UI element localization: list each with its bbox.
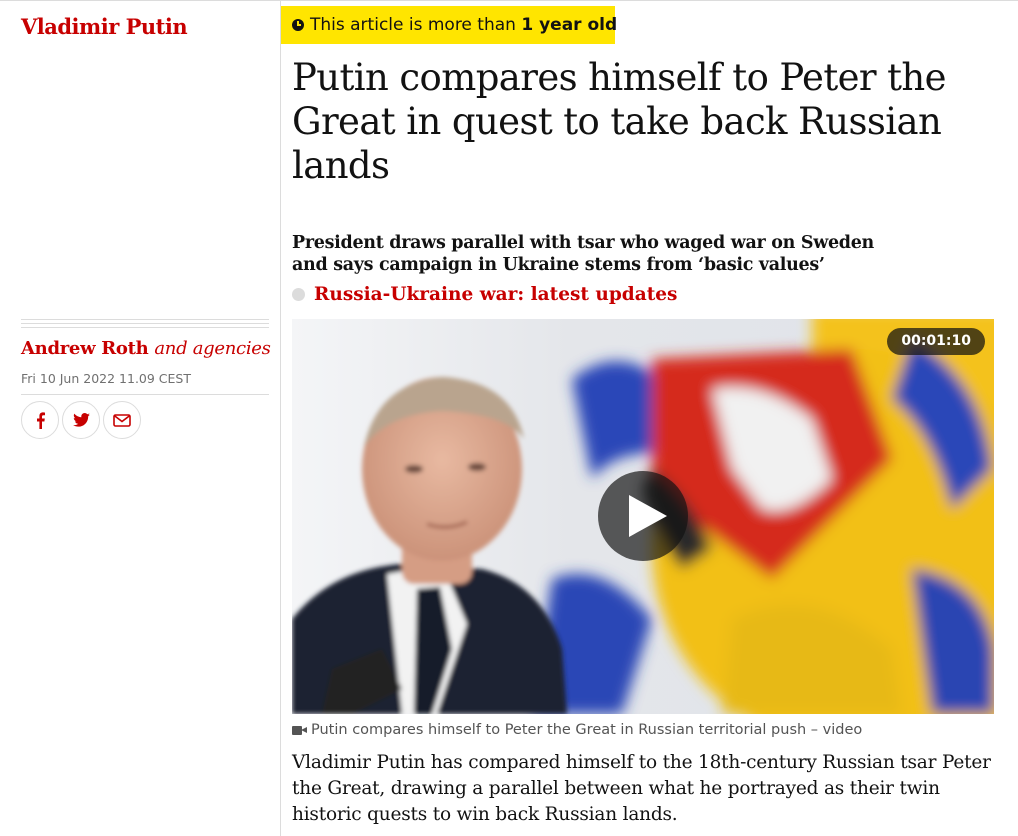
standfirst: President draws parallel with tsar who w… <box>292 233 874 275</box>
video-player[interactable]: 00:01:10 <box>292 319 994 714</box>
age-warning-text: This article is more than 1 year old <box>310 15 618 35</box>
article-body-paragraph: Vladimir Putin has compared himself to t… <box>292 752 991 825</box>
video-camera-icon <box>292 726 307 735</box>
share-email-button[interactable] <box>103 401 141 439</box>
twitter-icon <box>72 413 90 427</box>
live-updates-label: Russia-Ukraine war: latest updates <box>314 284 678 305</box>
byline-agencies: and agencies <box>154 338 271 359</box>
top-border <box>0 0 1018 5</box>
headline: Putin compares himself to Peter the Grea… <box>292 56 947 187</box>
article-age-warning: This article is more than 1 year old <box>281 6 618 44</box>
share-facebook-button[interactable] <box>21 401 59 439</box>
video-duration-badge: 00:01:10 <box>887 328 985 355</box>
dateline: Fri 10 Jun 2022 11.09 CEST <box>21 371 191 386</box>
column-divider <box>280 0 281 836</box>
facebook-icon <box>36 411 45 429</box>
live-updates-link[interactable]: Russia-Ukraine war: latest updates <box>292 284 677 305</box>
age-warning-emphasis: 1 year old <box>521 15 618 35</box>
byline: Andrew Roth and agencies <box>21 338 271 359</box>
author-link[interactable]: Andrew Roth <box>21 338 149 359</box>
share-twitter-button[interactable] <box>62 401 100 439</box>
section-link[interactable]: Vladimir Putin <box>21 14 188 39</box>
email-icon <box>113 413 131 427</box>
video-caption: Putin compares himself to Peter the Grea… <box>292 722 862 738</box>
clock-icon <box>292 19 304 31</box>
meta-divider <box>21 394 269 395</box>
live-dot-icon <box>292 288 305 301</box>
play-button[interactable] <box>598 471 688 561</box>
video-caption-text: Putin compares himself to Peter the Grea… <box>311 722 863 738</box>
meta-rules <box>21 319 269 331</box>
